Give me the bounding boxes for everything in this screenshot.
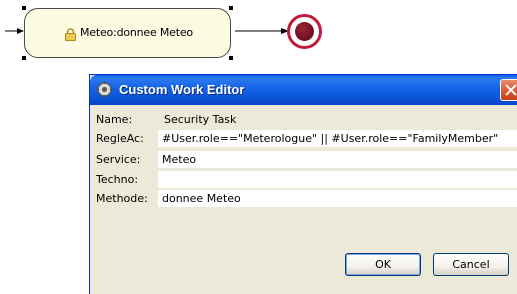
service-label: Service: — [96, 153, 141, 166]
techno-row: Techno: — [90, 171, 517, 189]
selection-handle[interactable] — [22, 6, 26, 10]
dialog-title: Custom Work Editor — [119, 82, 245, 97]
name-label: Name: — [96, 113, 133, 126]
regleac-field[interactable]: #User.role=="Meterologue" || #User.role=… — [158, 130, 517, 147]
regleac-row: RegleAc: #User.role=="Meterologue" || #U… — [90, 130, 517, 148]
dialog-titlebar[interactable]: Custom Work Editor — [90, 75, 517, 105]
end-event[interactable] — [287, 14, 322, 49]
regleac-value: #User.role=="Meterologue" || #User.role=… — [162, 132, 499, 145]
methode-row: Methode: donnee Meteo — [90, 190, 517, 208]
regleac-label: RegleAc: — [96, 132, 144, 145]
incoming-flow-arrow — [5, 28, 24, 34]
task-label: Meteo:donnee Meteo — [80, 26, 193, 39]
service-row: Service: Meteo — [90, 151, 517, 169]
task-node[interactable]: Meteo:donnee Meteo — [22, 6, 233, 60]
methode-value: donnee Meteo — [162, 192, 241, 205]
name-value: Security Task — [164, 113, 237, 126]
service-value: Meteo — [162, 153, 197, 166]
service-field[interactable]: Meteo — [158, 151, 517, 168]
lock-icon — [65, 28, 76, 41]
gear-icon — [96, 81, 113, 98]
close-button[interactable] — [500, 79, 517, 101]
selection-handle[interactable] — [229, 56, 233, 60]
name-row: Name: Security Task — [90, 111, 517, 129]
cancel-button[interactable]: Cancel — [433, 253, 509, 276]
custom-work-editor-dialog: Custom Work Editor Name: Security Task R… — [89, 74, 517, 294]
ok-button[interactable]: OK — [345, 253, 421, 276]
selection-handle[interactable] — [22, 56, 26, 60]
end-event-core — [295, 22, 314, 41]
selection-handle[interactable] — [229, 6, 233, 10]
process-diagram: Meteo:donnee Meteo — [0, 0, 517, 72]
outgoing-flow-arrow — [235, 28, 289, 34]
techno-field[interactable] — [158, 171, 517, 188]
methode-label: Methode: — [96, 192, 148, 205]
techno-label: Techno: — [96, 173, 139, 186]
methode-field[interactable]: donnee Meteo — [158, 190, 517, 207]
